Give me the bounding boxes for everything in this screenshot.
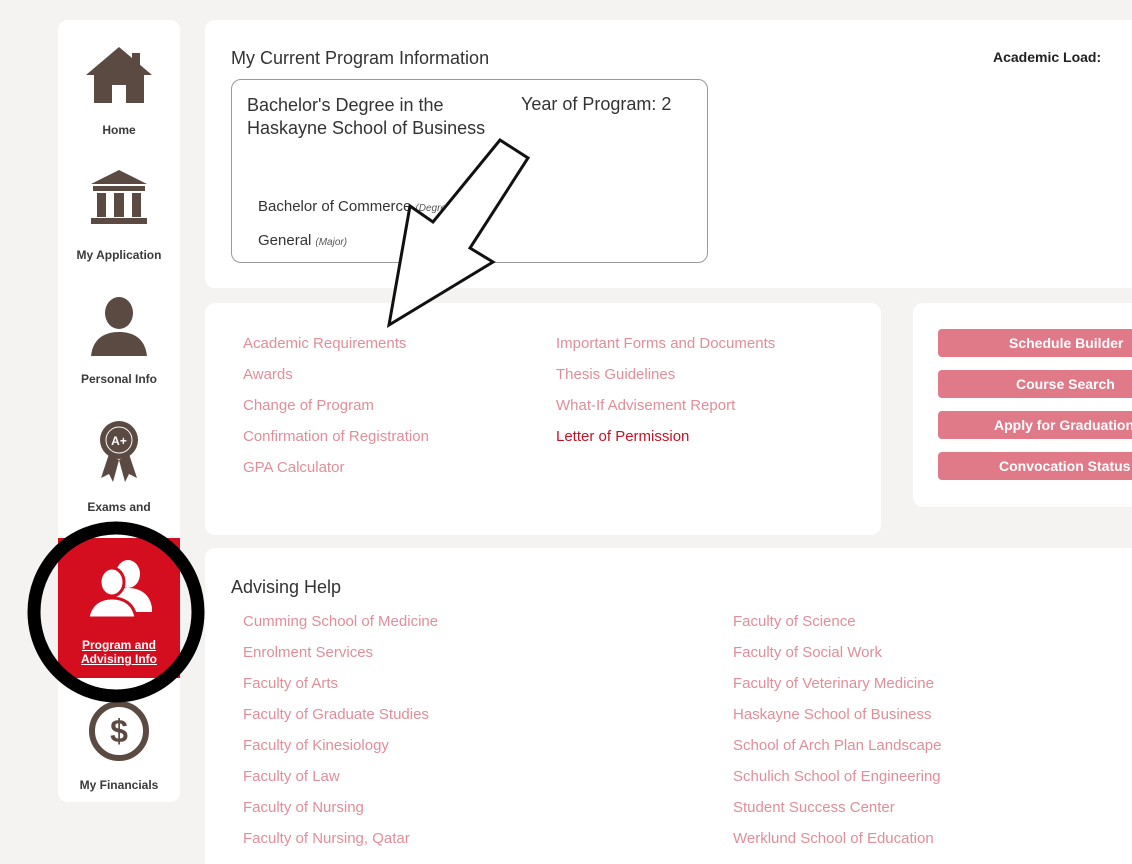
major-name: General	[258, 232, 312, 249]
advising-link[interactable]: Student Success Center	[733, 799, 895, 816]
person-icon	[91, 297, 147, 356]
sidebar-item-label-line1: Program and	[81, 638, 156, 652]
bank-building-icon	[91, 170, 147, 224]
sidebar-item-label: Home	[102, 123, 136, 137]
sidebar-item-exams[interactable]: A+ Exams and	[58, 420, 180, 520]
sidebar-item-label: My Financials	[79, 778, 159, 792]
award-ribbon-icon: A+	[100, 421, 138, 482]
link-what-if-report[interactable]: What-If Advisement Report	[556, 397, 735, 414]
apply-for-graduation-button[interactable]: Apply for Graduation	[938, 411, 1132, 439]
advising-help-title: Advising Help	[231, 577, 342, 597]
advising-link[interactable]: Faculty of Arts	[243, 675, 338, 692]
advising-link[interactable]: Faculty of Graduate Studies	[243, 706, 429, 723]
advising-link[interactable]: Faculty of Nursing, Qatar	[243, 830, 410, 847]
major: General (Major)	[258, 232, 347, 249]
link-confirmation-of-registration[interactable]: Confirmation of Registration	[243, 428, 429, 445]
link-important-forms[interactable]: Important Forms and Documents	[556, 335, 775, 352]
course-search-button[interactable]: Course Search	[938, 370, 1132, 398]
sidebar-item-my-financials[interactable]: $ My Financials	[58, 700, 180, 800]
advising-link[interactable]: Faculty of Law	[243, 768, 340, 785]
link-gpa-calculator[interactable]: GPA Calculator	[243, 459, 344, 476]
advising-link[interactable]: Faculty of Social Work	[733, 644, 882, 661]
schedule-builder-button[interactable]: Schedule Builder	[938, 329, 1132, 357]
degree-name: Bachelor's Degree in the Haskayne School…	[247, 95, 486, 138]
svg-text:A+: A+	[111, 434, 127, 448]
link-thesis-guidelines[interactable]: Thesis Guidelines	[556, 366, 675, 383]
degree-stream-tag: (Degree Stream)	[415, 203, 490, 214]
link-letter-of-permission[interactable]: Letter of Permission	[556, 428, 689, 445]
academic-load-label: Academic Load:	[993, 49, 1102, 65]
program-details-box: Bachelor's Degree in the Haskayne School…	[231, 79, 708, 263]
sidebar-item-label: My Application	[76, 248, 162, 262]
advising-link[interactable]: Enrolment Services	[243, 644, 373, 661]
svg-text:$: $	[110, 713, 128, 749]
sidebar-item-program-advising[interactable]: Program and Advising Info	[58, 538, 180, 678]
degree-stream: Bachelor of Commerce (Degree Stream)	[258, 198, 490, 215]
sidebar-item-label-line2: Advising Info	[81, 652, 157, 666]
advising-link[interactable]: Schulich School of Engineering	[733, 768, 941, 785]
year-of-program: Year of Program: 2	[521, 94, 672, 114]
sidebar-item-label: Personal Info	[80, 372, 157, 386]
house-icon	[86, 47, 152, 103]
advising-link[interactable]: Faculty of Nursing	[243, 799, 364, 816]
dollar-circle-icon: $	[89, 701, 149, 761]
advising-link[interactable]: Haskayne School of Business	[733, 706, 931, 723]
program-info-title: My Current Program Information	[231, 48, 490, 68]
sidebar-item-personal-info[interactable]: Personal Info	[58, 296, 180, 396]
advising-link[interactable]: Cumming School of Medicine	[243, 613, 438, 630]
users-icon	[86, 560, 152, 620]
advising-link[interactable]: Faculty of Science	[733, 613, 856, 630]
advising-link[interactable]: Faculty of Kinesiology	[243, 737, 389, 754]
degree-stream-name: Bachelor of Commerce	[258, 198, 412, 215]
advising-link[interactable]: Faculty of Veterinary Medicine	[733, 675, 934, 692]
sidebar-item-label: Exams and	[87, 500, 151, 514]
sidebar-item-home[interactable]: Home	[58, 45, 180, 145]
link-academic-requirements[interactable]: Academic Requirements	[243, 335, 406, 352]
major-tag: (Major)	[315, 237, 348, 248]
advising-link[interactable]: Werklund School of Education	[733, 830, 934, 847]
link-change-of-program[interactable]: Change of Program	[243, 397, 374, 414]
link-awards[interactable]: Awards	[243, 366, 293, 383]
advising-link[interactable]: School of Arch Plan Landscape	[733, 737, 941, 754]
sidebar-item-my-application[interactable]: My Application	[58, 168, 180, 268]
convocation-status-button[interactable]: Convocation Status	[938, 452, 1132, 480]
